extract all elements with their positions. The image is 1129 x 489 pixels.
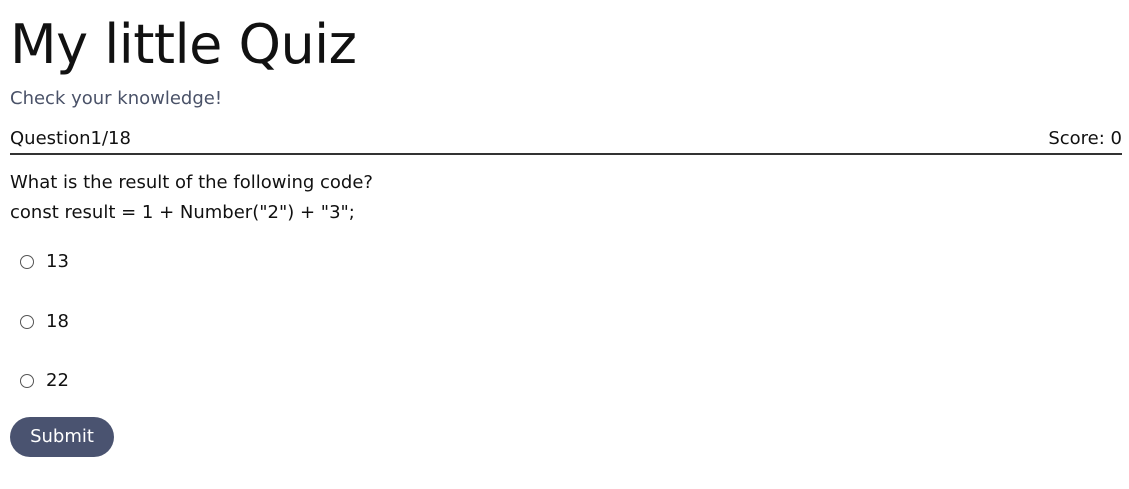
answer-radio[interactable] (20, 255, 34, 269)
answer-radio[interactable] (20, 374, 34, 388)
quiz-status-bar: Question1/18 Score: 0 (10, 127, 1122, 155)
question-text: What is the result of the following code… (10, 172, 373, 193)
answer-option[interactable]: 18 (20, 310, 69, 334)
answer-option[interactable]: 22 (20, 369, 69, 393)
answer-label: 22 (46, 370, 69, 391)
submit-button[interactable]: Submit (10, 417, 114, 457)
question-counter: Question1/18 (10, 128, 131, 149)
answer-label: 18 (46, 311, 69, 332)
page-subtitle: Check your knowledge! (10, 88, 223, 109)
question-code: const result = 1 + Number("2") + "3"; (10, 202, 355, 223)
answer-radio[interactable] (20, 315, 34, 329)
page-title: My little Quiz (10, 13, 357, 76)
answer-option[interactable]: 13 (20, 250, 69, 274)
score-display: Score: 0 (1048, 128, 1122, 149)
answer-label: 13 (46, 251, 69, 272)
